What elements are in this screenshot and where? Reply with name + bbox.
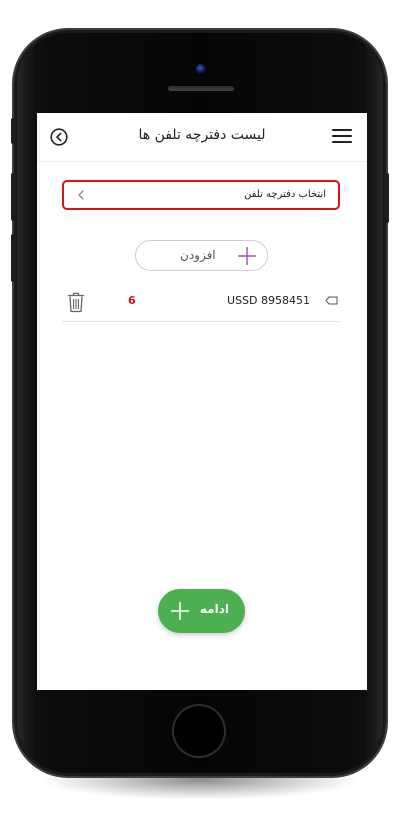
continue-button[interactable]: ادامه (158, 589, 245, 633)
top-bar: لیست دفترچه تلفن ها (37, 113, 367, 162)
add-button-label: افزودن (180, 248, 216, 262)
item-name: USSD 8958451 (227, 294, 310, 307)
plus-icon (238, 247, 256, 265)
app-screen: لیست دفترچه تلفن ها انتخاب دفترچه تلفن ا… (37, 113, 367, 690)
trash-icon[interactable] (67, 291, 85, 313)
menu-button[interactable] (332, 128, 352, 144)
phonebook-select[interactable]: انتخاب دفترچه تلفن (62, 180, 340, 210)
tag-icon (325, 296, 338, 305)
plus-icon (171, 602, 189, 620)
list-item[interactable]: 6 USSD 8958451 (62, 285, 340, 322)
item-count: 6 (128, 294, 136, 307)
volume-down-button (11, 234, 15, 282)
add-button[interactable]: افزودن (135, 240, 268, 271)
phonebook-select-label: انتخاب دفترچه تلفن (244, 189, 326, 200)
continue-button-label: ادامه (199, 602, 229, 616)
volume-up-button (11, 173, 15, 221)
home-button[interactable] (174, 706, 224, 756)
stage: لیست دفترچه تلفن ها انتخاب دفترچه تلفن ا… (0, 0, 400, 816)
power-button (385, 173, 389, 223)
front-camera (196, 64, 206, 74)
earpiece (168, 86, 234, 91)
mute-switch (11, 118, 15, 144)
page-title: لیست دفترچه تلفن ها (138, 127, 266, 143)
chevron-left-icon (78, 190, 84, 200)
